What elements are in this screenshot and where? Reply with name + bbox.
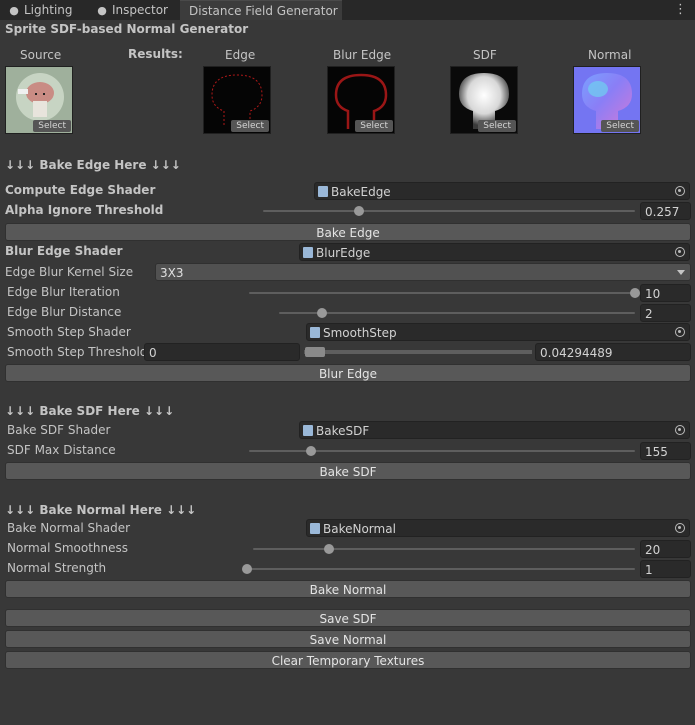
edge-blur-iteration-input[interactable]: 10 (640, 284, 691, 302)
chevron-down-icon (677, 270, 685, 275)
bake-normal-header: ↓↓↓ Bake Normal Here ↓↓↓ (5, 503, 197, 517)
tab-distance-field-generator[interactable]: Distance Field Generator (180, 0, 342, 20)
edge-blur-kernel-label: Edge Blur Kernel Size (5, 265, 134, 279)
normal-strength-slider[interactable] (247, 568, 635, 570)
normal-smoothness-label: Normal Smoothness (7, 541, 129, 555)
tab-lighting[interactable]: ● Lighting (8, 0, 73, 20)
bake-normal-button[interactable]: Bake Normal (5, 580, 691, 598)
edge-blur-kernel-dropdown[interactable]: 3X3 (155, 263, 691, 281)
clear-temporary-textures-button[interactable]: Clear Temporary Textures (5, 651, 691, 669)
bake-sdf-button[interactable]: Bake SDF (5, 462, 691, 480)
smooth-step-shader-field[interactable]: SmoothStep (306, 323, 690, 341)
object-picker-icon[interactable] (675, 523, 685, 533)
edge-texture-field[interactable]: Select (203, 66, 271, 134)
smooth-step-threshold-max-input[interactable]: 0.04294489 (535, 343, 691, 361)
blur-edge-shader-label: Blur Edge Shader (5, 244, 123, 258)
bake-normal-shader-label: Bake Normal Shader (7, 521, 131, 535)
compute-edge-shader-value: BakeEdge (331, 185, 391, 199)
smooth-step-minmax-slider[interactable] (304, 350, 532, 354)
edge-blur-iteration-slider[interactable] (249, 292, 635, 294)
compute-edge-shader-field[interactable]: BakeEdge (314, 182, 690, 200)
edge-blur-iteration-slider-handle[interactable] (630, 288, 640, 298)
tab-label: Lighting (24, 3, 73, 17)
normal-smoothness-slider[interactable] (253, 548, 635, 550)
normal-select-button[interactable]: Select (601, 120, 639, 132)
tab-label: Distance Field Generator (189, 4, 338, 18)
bake-edge-header: ↓↓↓ Bake Edge Here ↓↓↓ (5, 158, 181, 172)
normal-label: Normal (588, 48, 632, 62)
smooth-step-threshold-label: Smooth Step Threshold (7, 345, 148, 359)
object-picker-icon[interactable] (675, 327, 685, 337)
bake-sdf-shader-field[interactable]: BakeSDF (299, 421, 690, 439)
edge-blur-kernel-value: 3X3 (160, 266, 184, 280)
normal-strength-label: Normal Strength (7, 561, 107, 575)
edge-blur-distance-label: Edge Blur Distance (7, 305, 122, 319)
window-menu-icon[interactable]: ⋮ (674, 0, 687, 20)
bulb-icon: ● (9, 4, 19, 17)
normal-strength-input[interactable]: 1 (640, 560, 691, 578)
edge-blur-distance-slider-handle[interactable] (316, 308, 327, 318)
smooth-step-threshold-min-input[interactable]: 0 (144, 343, 300, 361)
object-picker-icon[interactable] (675, 247, 685, 257)
shader-file-icon (303, 425, 313, 436)
sdf-select-button[interactable]: Select (478, 120, 516, 132)
save-sdf-button[interactable]: Save SDF (5, 609, 691, 627)
blur-edge-select-button[interactable]: Select (355, 120, 393, 132)
bake-sdf-header: ↓↓↓ Bake SDF Here ↓↓↓ (5, 404, 175, 418)
smooth-step-minmax-range-handle[interactable] (305, 347, 325, 357)
bake-edge-button[interactable]: Bake Edge (5, 223, 691, 241)
sdf-max-distance-label: SDF Max Distance (7, 443, 116, 457)
tab-label: Inspector (112, 3, 168, 17)
tab-bar: ● Lighting ● Inspector Distance Field Gene… (0, 0, 695, 20)
info-icon: ● (97, 4, 107, 17)
shader-file-icon (310, 327, 320, 338)
blur-edge-label: Blur Edge (333, 48, 392, 62)
blur-edge-shader-value: BlurEdge (316, 246, 371, 260)
compute-edge-shader-label: Compute Edge Shader (5, 183, 156, 197)
sdf-max-distance-input[interactable]: 155 (640, 442, 691, 460)
normal-strength-slider-handle[interactable] (242, 564, 252, 574)
normal-smoothness-slider-handle[interactable] (324, 544, 335, 554)
edge-blur-distance-slider[interactable] (279, 312, 635, 314)
shader-file-icon (303, 247, 313, 258)
bake-normal-shader-field[interactable]: BakeNormal (306, 519, 690, 537)
object-picker-icon[interactable] (675, 186, 685, 196)
blur-edge-texture-field[interactable]: Select (327, 66, 395, 134)
sdf-max-distance-slider-handle[interactable] (305, 446, 316, 456)
alpha-threshold-label: Alpha Ignore Threshold (5, 203, 164, 217)
edge-blur-iteration-label: Edge Blur Iteration (7, 285, 120, 299)
smooth-step-shader-value: SmoothStep (323, 326, 397, 340)
source-select-button[interactable]: Select (33, 120, 71, 132)
save-normal-button[interactable]: Save Normal (5, 630, 691, 648)
source-texture-field[interactable]: Select (5, 66, 73, 134)
sdf-texture-field[interactable]: Select (450, 66, 518, 134)
edge-blur-distance-input[interactable]: 2 (640, 304, 691, 322)
tab-inspector[interactable]: ● Inspector (96, 0, 168, 20)
alpha-threshold-input[interactable]: 0.257 (640, 202, 691, 220)
source-label: Source (20, 48, 62, 62)
shader-file-icon (310, 523, 320, 534)
smooth-step-shader-label: Smooth Step Shader (7, 325, 131, 339)
alpha-threshold-slider-handle[interactable] (353, 206, 364, 216)
bake-sdf-shader-label: Bake SDF Shader (7, 423, 111, 437)
sdf-label: SDF (473, 48, 497, 62)
edge-select-button[interactable]: Select (231, 120, 269, 132)
blur-edge-shader-field[interactable]: BlurEdge (299, 243, 690, 261)
normal-texture-field[interactable]: Select (573, 66, 641, 134)
shader-file-icon (318, 186, 328, 197)
page-title: Sprite SDF-based Normal Generator (5, 22, 249, 36)
results-label: Results: (128, 47, 183, 61)
normal-smoothness-input[interactable]: 20 (640, 540, 691, 558)
bake-normal-shader-value: BakeNormal (323, 522, 396, 536)
object-picker-icon[interactable] (675, 425, 685, 435)
blur-edge-button[interactable]: Blur Edge (5, 364, 691, 382)
bake-sdf-shader-value: BakeSDF (316, 424, 370, 438)
alpha-threshold-slider[interactable] (263, 210, 635, 212)
edge-label: Edge (225, 48, 256, 62)
